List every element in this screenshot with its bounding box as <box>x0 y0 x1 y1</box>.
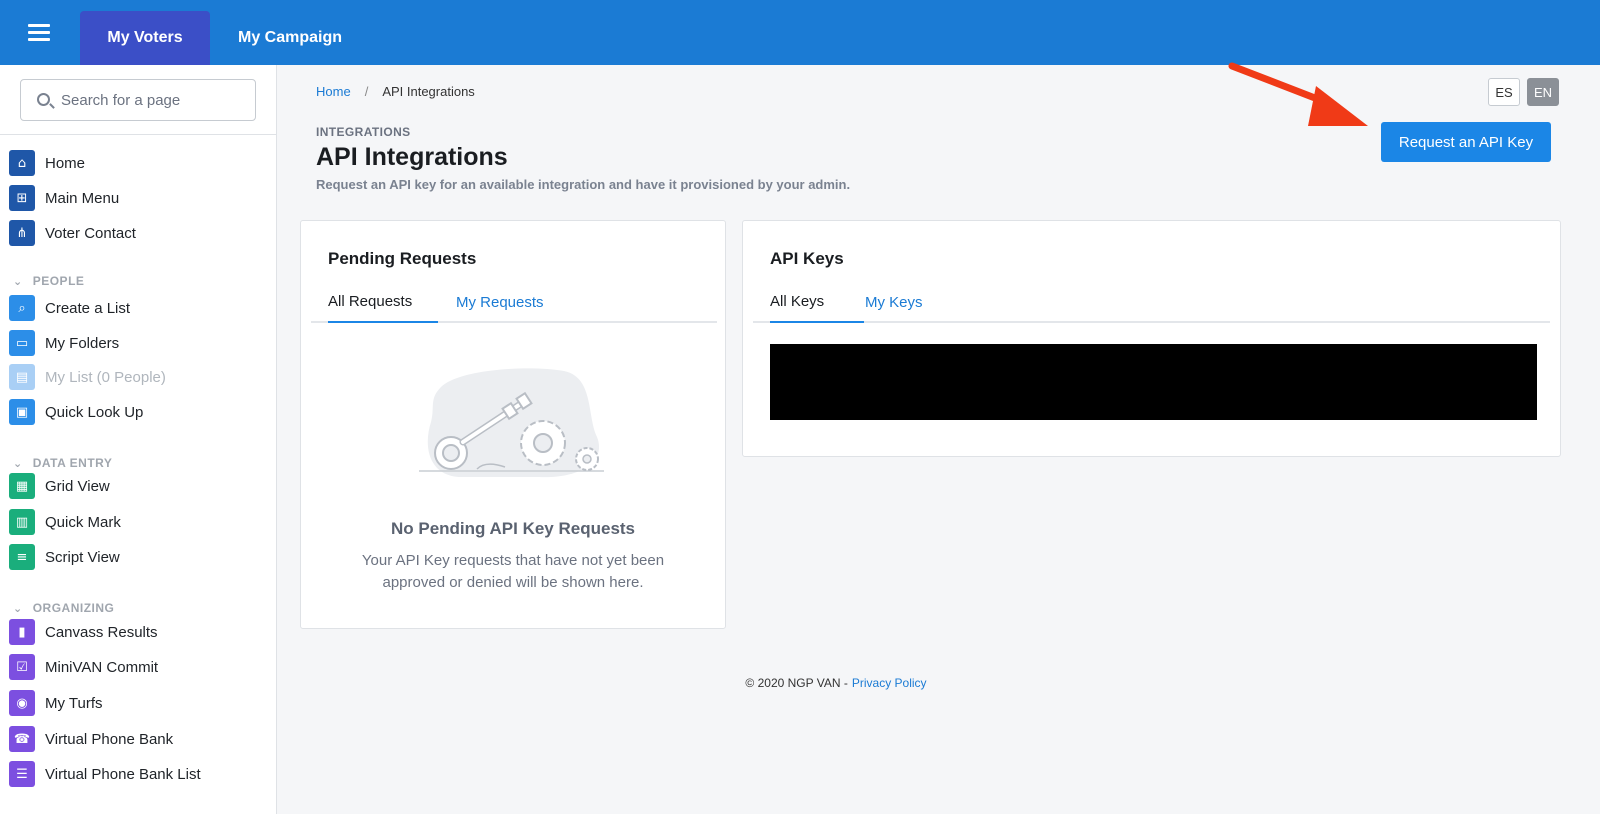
chevron-down-icon: ⌄ <box>13 456 23 470</box>
sidebar-item-script-view[interactable]: ≡ Script View <box>9 543 120 571</box>
sidebar-item-create-a-list[interactable]: ⌕ Create a List <box>9 294 130 322</box>
sidebar-item-voter-contact[interactable]: ⋔ Voter Contact <box>9 219 136 247</box>
sidebar-item-main-menu[interactable]: ⊞ Main Menu <box>9 184 119 212</box>
sidebar-item-label: MiniVAN Commit <box>45 658 159 676</box>
sitemap-icon: ⊞ <box>9 185 35 211</box>
globe-icon: ◉ <box>9 690 35 716</box>
list-icon: ▤ <box>9 364 35 390</box>
redacted-keys-block <box>770 344 1537 420</box>
tab-all-keys[interactable]: All Keys <box>770 281 864 323</box>
sidebar-item-label: My Folders <box>45 334 120 352</box>
sidebar-item-virtual-phone-bank-list[interactable]: ☰ Virtual Phone Bank List <box>9 760 201 788</box>
id-card-icon: ▣ <box>9 399 35 425</box>
sidebar-item-label: Quick Mark <box>45 513 121 531</box>
top-navigation-bar: My Voters My Campaign <box>0 0 1600 65</box>
search-icon <box>37 93 50 106</box>
tab-my-campaign[interactable]: My Campaign <box>224 11 356 65</box>
page-title: API Integrations <box>316 143 508 171</box>
phone-icon: ☎ <box>9 726 35 752</box>
grid-icon: ▦ <box>9 473 35 499</box>
pending-tabs: All Requests My Requests <box>311 281 717 323</box>
sidebar-item-grid-view[interactable]: ▦ Grid View <box>9 472 110 500</box>
tab-all-requests[interactable]: All Requests <box>328 281 438 323</box>
home-icon: ⌂ <box>9 150 35 176</box>
chevron-down-icon: ⌄ <box>13 274 23 288</box>
sidebar-item-label: Create a List <box>45 299 131 317</box>
sidebar: ⌂ Home ⊞ Main Menu ⋔ Voter Contact ⌄ PEO… <box>0 65 277 814</box>
card-title: API Keys <box>770 249 844 268</box>
divider <box>0 134 276 135</box>
sidebar-search[interactable] <box>20 79 256 121</box>
tab-my-requests[interactable]: My Requests <box>456 281 544 323</box>
org-chart-icon: ⋔ <box>9 220 35 246</box>
sidebar-item-label: Virtual Phone Bank List <box>45 765 201 783</box>
footer-copyright: © 2020 NGP VAN - <box>745 676 848 690</box>
sidebar-item-label: Voter Contact <box>45 224 136 242</box>
breadcrumb: Home / API Integrations <box>316 84 475 99</box>
empty-keys-illustration-icon <box>419 368 604 478</box>
sidebar-item-canvass-results[interactable]: ▮ Canvass Results <box>9 618 158 646</box>
section-title: DATA ENTRY <box>32 456 113 470</box>
section-title: ORGANIZING <box>32 601 115 615</box>
sidebar-item-quick-mark[interactable]: ▥ Quick Mark <box>9 508 121 536</box>
sidebar-item-home[interactable]: ⌂ Home <box>9 149 85 177</box>
sidebar-item-virtual-phone-bank[interactable]: ☎ Virtual Phone Bank <box>9 725 173 753</box>
section-data-entry-toggle[interactable]: ⌄ DATA ENTRY <box>13 454 112 472</box>
language-en-button[interactable]: EN <box>1527 78 1559 106</box>
chevron-down-icon: ⌄ <box>13 601 23 615</box>
sidebar-item-my-turfs[interactable]: ◉ My Turfs <box>9 689 103 717</box>
request-api-key-button[interactable]: Request an API Key <box>1381 122 1551 162</box>
pending-requests-card: Pending Requests All Requests My Request… <box>300 220 726 629</box>
api-keys-card: API Keys All Keys My Keys <box>742 220 1561 457</box>
page-eyebrow: INTEGRATIONS <box>316 125 411 139</box>
tab-my-keys[interactable]: My Keys <box>865 281 923 323</box>
sidebar-item-quick-look-up[interactable]: ▣ Quick Look Up <box>9 398 143 426</box>
sidebar-item-label: Canvass Results <box>45 623 158 641</box>
card-title: Pending Requests <box>328 249 477 268</box>
sidebar-item-label: Quick Look Up <box>45 403 144 421</box>
document-icon: ≡ <box>9 544 35 570</box>
footer: © 2020 NGP VAN - Privacy Policy <box>0 676 1600 690</box>
search-icon: ⌕ <box>9 295 35 321</box>
annotation-arrow-icon <box>1228 62 1368 126</box>
breadcrumb-current: API Integrations <box>382 84 475 99</box>
keys-tabs: All Keys My Keys <box>753 281 1550 323</box>
sidebar-item-label: My Turfs <box>45 694 103 712</box>
page-description: Request an API key for an available inte… <box>316 177 851 192</box>
privacy-policy-link[interactable]: Privacy Policy <box>852 676 927 690</box>
tab-my-voters[interactable]: My Voters <box>80 11 210 65</box>
section-title: PEOPLE <box>32 274 85 288</box>
book-icon: ▥ <box>9 509 35 535</box>
language-es-button[interactable]: ES <box>1488 78 1520 106</box>
list-icon: ☰ <box>9 761 35 787</box>
sidebar-item-label: Virtual Phone Bank <box>45 730 174 748</box>
empty-state-title: No Pending API Key Requests <box>390 519 636 538</box>
section-organizing-toggle[interactable]: ⌄ ORGANIZING <box>13 599 114 617</box>
empty-state-text: Your API Key requests that have not yet … <box>361 552 665 591</box>
sidebar-item-my-list: ▤ My List (0 People) <box>9 363 166 391</box>
bar-chart-icon: ▮ <box>9 619 35 645</box>
breadcrumb-home-link[interactable]: Home <box>316 84 351 99</box>
sidebar-item-label: Home <box>45 154 86 172</box>
sidebar-item-my-folders[interactable]: ▭ My Folders <box>9 329 119 357</box>
search-input[interactable] <box>61 89 246 111</box>
folder-icon: ▭ <box>9 330 35 356</box>
sidebar-item-label: Main Menu <box>45 189 120 207</box>
hamburger-icon[interactable] <box>28 24 50 42</box>
sidebar-item-label: Grid View <box>45 477 110 495</box>
breadcrumb-separator: / <box>364 84 369 99</box>
section-people-toggle[interactable]: ⌄ PEOPLE <box>13 272 84 290</box>
sidebar-item-label: My List (0 People) <box>45 368 166 386</box>
sidebar-item-label: Script View <box>45 548 120 566</box>
